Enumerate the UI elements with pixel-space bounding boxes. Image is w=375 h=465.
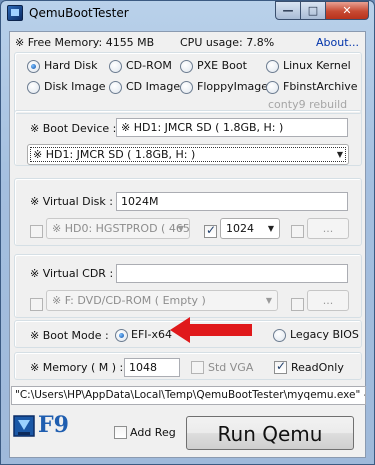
hard-disk-radio[interactable] (27, 60, 40, 73)
virtual-cdr-select-value: ※ F: DVD/CD-ROM ( Empty ) (52, 294, 206, 307)
cdr-browse-checkbox[interactable] (291, 298, 304, 311)
floppy-image-label: FloppyImage (197, 80, 269, 93)
maximize-icon: □ (307, 4, 319, 17)
disk-browse-button[interactable]: ... (307, 218, 349, 239)
disk-image-radio[interactable] (27, 81, 40, 94)
fbinst-archive-label: FbinstArchive (283, 80, 358, 93)
virtual-cdr-field[interactable] (116, 264, 348, 283)
linux-kernel-label: Linux Kernel (283, 59, 351, 72)
cd-image-label: CD Image (126, 80, 181, 93)
chevron-down-icon: ▼ (177, 224, 184, 233)
floppy-image-radio[interactable] (180, 81, 193, 94)
window-title: QemuBootTester (29, 6, 129, 20)
minimize-button[interactable]: — (275, 1, 301, 20)
close-button[interactable]: ✕ (326, 1, 369, 20)
virtual-disk-label: ※ Virtual Disk : (30, 195, 113, 208)
pxe-boot-radio[interactable] (180, 60, 193, 73)
maximize-button[interactable]: □ (301, 1, 326, 20)
legacy-bios-label: Legacy BIOS (290, 328, 359, 341)
pxe-boot-label: PXE Boot (197, 59, 247, 72)
fbinst-archive-radio[interactable] (266, 81, 279, 94)
about-link[interactable]: About... (316, 36, 359, 49)
boot-device-select[interactable]: ※ HD1: JMCR SD ( 1.8GB, H: ) ▼ (27, 144, 349, 165)
cpu-usage-label: CPU usage: 7.8% (180, 36, 275, 49)
memory-field[interactable]: 1048 (124, 358, 180, 377)
efi-x64-label: EFI-x64 (131, 328, 172, 341)
readonly-checkbox[interactable] (274, 359, 287, 374)
add-reg-label: Add Reg (130, 426, 176, 439)
virtual-disk-select[interactable]: ※ HD0: HGSTPROD ( 465 ▼ (46, 218, 190, 239)
title-bar[interactable]: QemuBootTester — □ ✕ (1, 1, 374, 25)
caption-buttons: — □ ✕ (275, 1, 369, 20)
close-icon: ✕ (342, 4, 352, 17)
red-arrow-annotation (170, 317, 252, 343)
legacy-bios-radio[interactable] (273, 329, 286, 342)
chevron-down-icon: ▼ (267, 224, 274, 233)
boot-device-label: ※ Boot Device : (30, 122, 117, 135)
efi-x64-radio[interactable] (115, 329, 128, 342)
cd-rom-radio[interactable] (109, 60, 122, 73)
add-reg-checkbox[interactable] (114, 426, 127, 439)
cd-image-radio[interactable] (109, 81, 122, 94)
client-area: ※ Free Memory: 4155 MB CPU usage: 7.8% A… (9, 31, 366, 458)
cd-rom-label: CD-ROM (126, 59, 172, 72)
command-line-field[interactable]: "C:\Users\HP\AppData\Local\Temp\QemuBoot… (11, 386, 366, 405)
minimize-icon: — (282, 4, 294, 17)
disk-image-label: Disk Image (44, 80, 106, 93)
disk-browse-checkbox[interactable] (291, 225, 304, 238)
virtual-cdr-label: ※ Virtual CDR : (30, 267, 114, 280)
chevron-down-icon: ▼ (336, 150, 343, 159)
boot-mode-label: ※ Boot Mode : (30, 329, 109, 342)
disk-size-select[interactable]: 1024 ▼ (220, 218, 280, 239)
readonly-label: ReadOnly (291, 361, 344, 374)
boot-device-field[interactable]: ※ HD1: JMCR SD ( 1.8GB, H: ) (116, 118, 348, 137)
f9-logo-text: F9 (38, 412, 69, 438)
app-window: QemuBootTester — □ ✕ ※ Free Memory: 4155… (0, 0, 375, 465)
std-vga-label: Std VGA (208, 361, 254, 374)
cdr-browse-button[interactable]: ... (307, 290, 349, 311)
virtual-disk-field[interactable]: 1024M (116, 192, 348, 211)
run-qemu-button[interactable]: Run Qemu (186, 416, 354, 450)
disk-size-checkbox[interactable] (204, 223, 217, 238)
app-icon (7, 5, 23, 21)
chevron-down-icon: ▼ (265, 296, 272, 305)
std-vga-checkbox[interactable] (191, 361, 204, 374)
free-memory-label: ※ Free Memory: 4155 MB (15, 36, 155, 49)
boot-device-select-value: ※ HD1: JMCR SD ( 1.8GB, H: ) (33, 148, 196, 161)
virtual-disk-checkbox[interactable] (30, 225, 43, 238)
hard-disk-label: Hard Disk (44, 59, 98, 72)
memory-label: ※ Memory ( M ) : (30, 361, 124, 374)
disk-size-select-value: 1024 (226, 222, 254, 235)
linux-kernel-radio[interactable] (266, 60, 279, 73)
virtual-disk-select-value: ※ HD0: HGSTPROD ( 465 (52, 222, 190, 235)
virtual-cdr-select[interactable]: ※ F: DVD/CD-ROM ( Empty ) ▼ (46, 290, 278, 311)
virtual-cdr-checkbox[interactable] (30, 298, 43, 311)
